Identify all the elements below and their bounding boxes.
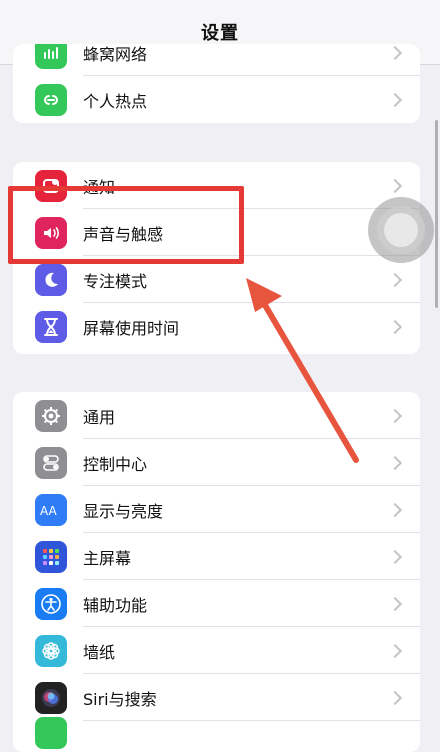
- settings-row-label: 控制中心: [83, 454, 148, 474]
- assistive-touch-button[interactable]: [368, 197, 434, 263]
- settings-row-label: 声音与触感: [83, 224, 164, 244]
- chevron-right-icon: [387, 596, 403, 611]
- settings-row-wallpaper[interactable]: 墙纸: [13, 627, 420, 674]
- settings-row-partial[interactable]: [13, 717, 420, 752]
- page-title: 设置: [201, 23, 239, 44]
- settings-row-label: 主屏幕: [83, 548, 132, 568]
- hotspot-link-icon: [35, 83, 67, 116]
- scrollbar[interactable]: [435, 120, 438, 308]
- notification-icon: [35, 169, 67, 202]
- chevron-right-icon: [387, 549, 403, 564]
- settings-row-label: 墙纸: [83, 642, 116, 662]
- settings-group-general: 通用 控制中心 AA 显示与亮度 主屏幕 辅助功能 墙纸 Siri与搜索: [13, 392, 420, 752]
- settings-group-network: 蜂窝网络 个人热点: [13, 44, 420, 123]
- settings-group-notifications: 通知 声音与触感 专注模式 屏幕使用时间: [13, 162, 420, 354]
- chevron-right-icon: [387, 319, 403, 334]
- toggles-icon: [35, 446, 67, 479]
- settings-row-control-center[interactable]: 控制中心: [13, 439, 420, 486]
- settings-row-label: Siri与搜索: [83, 689, 157, 709]
- settings-row-personal-hotspot[interactable]: 个人热点: [13, 76, 420, 123]
- moon-icon: [35, 263, 67, 296]
- chevron-right-icon: [387, 45, 403, 60]
- settings-row-home-screen[interactable]: 主屏幕: [13, 533, 420, 580]
- speaker-icon: [35, 216, 67, 249]
- settings-row-label: 通知: [83, 177, 116, 197]
- chevron-right-icon: [387, 272, 403, 287]
- settings-row-notifications[interactable]: 通知: [13, 162, 420, 209]
- settings-row-general[interactable]: 通用: [13, 392, 420, 439]
- gear-icon: [35, 399, 67, 432]
- antenna-icon: [35, 44, 67, 69]
- settings-row-display-brightness[interactable]: AA 显示与亮度: [13, 486, 420, 533]
- settings-row-cellular[interactable]: 蜂窝网络: [13, 44, 420, 76]
- settings-row-label: 辅助功能: [83, 595, 148, 615]
- app-icon: [35, 717, 67, 749]
- chevron-right-icon: [387, 690, 403, 705]
- chevron-right-icon: [387, 502, 403, 517]
- flower-icon: [35, 634, 67, 667]
- app-grid-icon: [35, 540, 67, 573]
- chevron-right-icon: [387, 455, 403, 470]
- accessibility-icon: [35, 587, 67, 620]
- settings-row-label: 屏幕使用时间: [83, 318, 180, 338]
- settings-row-label: 个人热点: [83, 91, 148, 111]
- settings-row-accessibility[interactable]: 辅助功能: [13, 580, 420, 627]
- chevron-right-icon: [387, 408, 403, 423]
- settings-row-focus[interactable]: 专注模式: [13, 256, 420, 303]
- text-size-icon: AA: [35, 493, 67, 526]
- settings-row-siri-search[interactable]: Siri与搜索: [13, 674, 420, 721]
- settings-row-label: 通用: [83, 407, 116, 427]
- settings-row-screen-time[interactable]: 屏幕使用时间: [13, 303, 420, 350]
- settings-row-label: 显示与亮度: [83, 501, 164, 521]
- hourglass-icon: [35, 310, 67, 343]
- chevron-right-icon: [387, 178, 403, 193]
- settings-row-label: 专注模式: [83, 271, 148, 291]
- settings-row-label: 蜂窝网络: [83, 44, 148, 64]
- svg-text:AA: AA: [40, 504, 58, 518]
- settings-row-sounds-haptics[interactable]: 声音与触感: [13, 209, 420, 256]
- siri-icon: [35, 681, 67, 714]
- chevron-right-icon: [387, 643, 403, 658]
- chevron-right-icon: [387, 92, 403, 107]
